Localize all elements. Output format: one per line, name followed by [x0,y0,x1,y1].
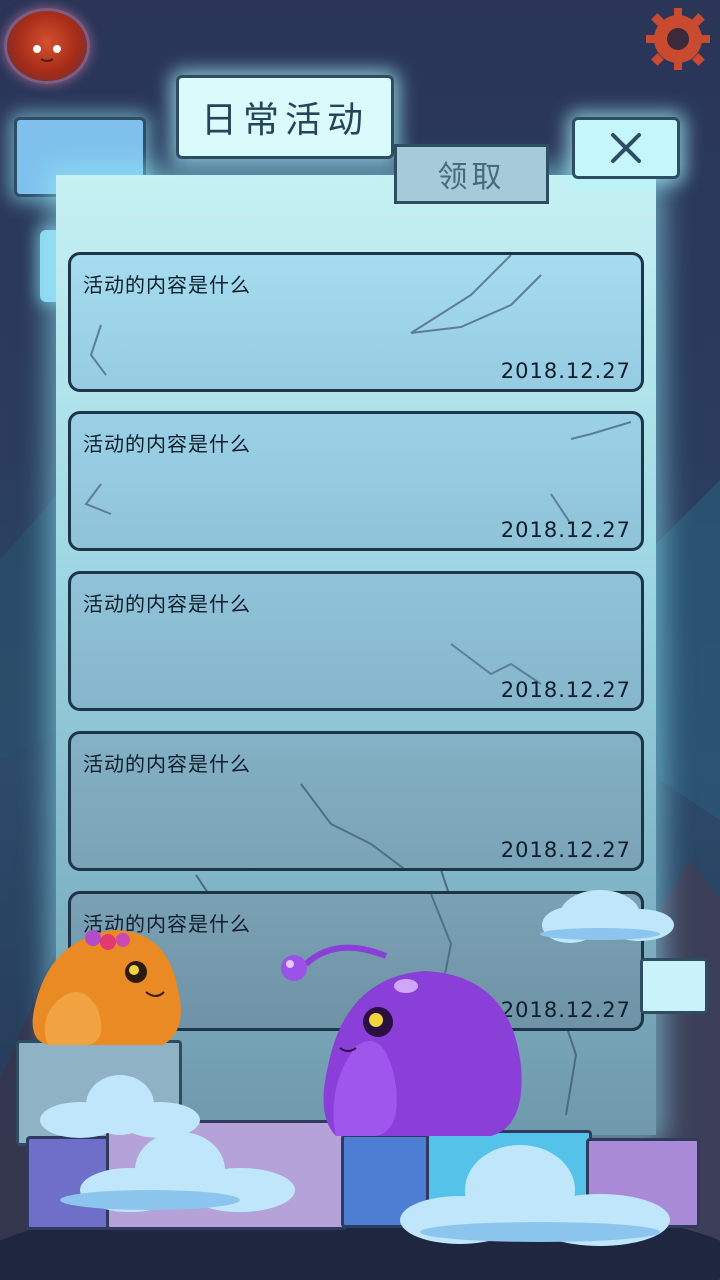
orange-slime-character [32,930,181,1045]
activity-date: 2018.12.27 [500,359,631,383]
page-title: 日常活动 [200,100,369,141]
settings-button[interactable] [644,6,712,72]
activity-title: 活动的内容是什么 [83,432,251,456]
tab-claim[interactable]: 领取 [394,144,549,204]
activity-date: 2018.12.27 [500,518,631,542]
activity-card[interactable]: 活动的内容是什么 2018.12.27 [68,571,644,711]
gear-icon [646,8,710,70]
activity-card[interactable]: 活动的内容是什么 2018.12.27 [68,731,644,871]
close-button[interactable] [572,117,680,179]
close-icon [611,133,641,163]
activity-date: 2018.12.27 [500,838,631,862]
slime-face-icon [33,45,61,62]
activity-card[interactable]: 活动的内容是什么 2018.12.27 [68,252,644,392]
activity-title: 活动的内容是什么 [83,592,251,616]
activity-title: 活动的内容是什么 [83,273,251,297]
activity-date: 2018.12.27 [500,678,631,702]
activity-card[interactable]: 活动的内容是什么 2018.12.27 [68,411,644,551]
purple-slime-character [281,944,522,1136]
slime-avatar[interactable] [4,8,90,84]
activity-title: 活动的内容是什么 [83,752,251,776]
tab-claim-label: 领取 [437,160,506,195]
tab-daily-activities[interactable]: 日常活动 [176,75,394,159]
